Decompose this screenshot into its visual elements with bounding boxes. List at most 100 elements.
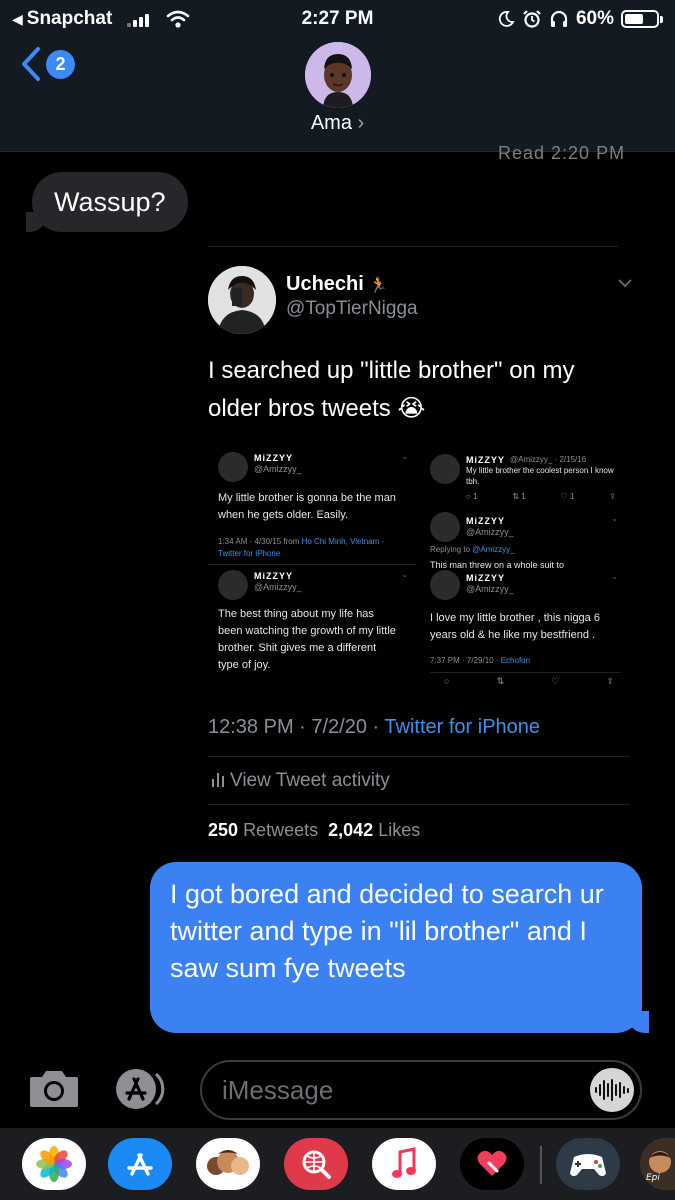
embedded-tweet-name: MiZZYY: [254, 571, 293, 581]
app-store-drawer-button[interactable]: [112, 1066, 172, 1112]
tweet-timestamp: 12:38 PM · 7/2/20 · Twitter for iPhone: [208, 716, 541, 738]
tweet-author-handle: @TopTierNigga: [286, 298, 418, 319]
imessage-input[interactable]: [222, 1070, 562, 1110]
divider: [208, 246, 618, 247]
tweet-stats: 250 Retweets 2,042 Likes: [208, 820, 420, 841]
retweet-icon: ⇅: [496, 676, 505, 686]
chevron-down-icon: ⌄: [611, 514, 618, 523]
app-store-icon: [116, 1069, 165, 1109]
moon-icon: [498, 11, 515, 27]
tweet-author-name: Uchechi 🏃: [286, 273, 389, 295]
embedded-tweet-meta: 7:37 PM · 7/29/10 · Echofon: [430, 656, 531, 665]
avatar: [218, 570, 248, 600]
avatar: [430, 512, 460, 542]
svg-text:Epi: Epi: [646, 1173, 660, 1182]
divider: [208, 756, 630, 757]
divider: [540, 1146, 542, 1184]
avatar: [430, 454, 460, 484]
embedded-tweet-name: MiZZYY: [254, 453, 293, 463]
digital-touch-button[interactable]: [460, 1138, 524, 1190]
embedded-tweet-text: My little brother is gonna be the man wh…: [218, 492, 396, 521]
app-store-a-icon: [127, 1153, 153, 1176]
camera-button[interactable]: [28, 1067, 80, 1109]
share-icon: ⇪: [606, 676, 614, 686]
battery-percent: 60%: [575, 8, 614, 29]
contact-name: Ama: [310, 112, 352, 134]
bar-chart-icon: [212, 773, 224, 787]
incoming-message-bubble[interactable]: Wassup?: [26, 172, 188, 232]
chevron-down-icon: ⌄: [611, 572, 618, 581]
embedded-tweet-handle: @Amizzyy_: [466, 584, 514, 594]
heart-touch-icon: [477, 1150, 507, 1176]
camera-icon: [30, 1071, 78, 1107]
imessage-input-container: [200, 1060, 642, 1120]
embedded-tweet: MiZZYY @Amizzyy_ · 2/15/16 My little bro…: [424, 450, 624, 508]
share-icon: ⇪: [609, 492, 616, 501]
chevron-down-icon: [618, 279, 632, 288]
epic-stickers-button[interactable]: Epi: [640, 1138, 675, 1190]
avatar: [218, 452, 248, 482]
battery-icon: [621, 10, 663, 28]
game-controller-icon: [570, 1154, 606, 1177]
runner-emoji-icon: 🏃: [369, 277, 389, 294]
embedded-tweet-handle: @Amizzyy_ · 2/15/16: [510, 455, 587, 464]
divider: [208, 804, 630, 805]
embedded-tweet-actions: ○ 1 ⇅ 1 ♡ 1 ⇪: [466, 492, 616, 501]
contact-memoji-avatar: [304, 42, 371, 108]
embedded-tweet-actions: ○ ⇅ ♡ ⇪: [444, 676, 614, 687]
app-store-button[interactable]: [108, 1138, 172, 1190]
music-note-icon: [392, 1147, 416, 1178]
like-icon: ♡: [551, 676, 560, 686]
game-pigeon-button[interactable]: [556, 1138, 620, 1190]
incoming-message-text: Wassup?: [54, 186, 166, 217]
embedded-tweet: MiZZYY @Amizzyy_ ⌄ My little brother is …: [208, 446, 416, 566]
view-tweet-activity: View Tweet activity: [212, 770, 390, 792]
alarm-icon: [523, 10, 541, 28]
embedded-tweet-reply-to: Replying to @Amizzyy_: [430, 545, 515, 554]
retweets-count: 250: [208, 820, 239, 840]
chevron-right-icon: ›: [357, 112, 365, 134]
tweet-author-avatar: [208, 266, 276, 334]
embedded-tweet-name: MiZZYY: [466, 573, 505, 583]
retweets-label: Retweets: [243, 820, 319, 840]
photos-icon: [36, 1146, 72, 1182]
tweet-source: Twitter for iPhone: [384, 716, 541, 738]
embedded-tweet: MiZZYY @Amizzyy_ ⌄ Replying to @Amizzyy_…: [424, 508, 624, 568]
globe-search-icon: [302, 1150, 331, 1179]
retweet-icon: ⇅ 1: [512, 492, 526, 501]
embedded-tweet-handle: @Amizzyy_: [254, 464, 302, 474]
tweet-screenshot-image[interactable]: Uchechi 🏃 @TopTierNigga I searched up "l…: [198, 246, 632, 846]
likes-count: 2,042: [328, 820, 374, 840]
embedded-tweet-text: The best thing about my life has been wa…: [218, 608, 396, 671]
epic-sticker-icon: Epi: [646, 1151, 671, 1182]
likes-label: Likes: [378, 820, 421, 840]
chevron-down-icon: ⌄: [401, 452, 408, 461]
divider: [430, 672, 620, 673]
web-search-button[interactable]: [284, 1138, 348, 1190]
embedded-tweet-text: My little brother the coolest person I k…: [466, 466, 614, 486]
contact-header[interactable]: Ama ›: [0, 42, 675, 135]
headphones-icon: [550, 10, 568, 27]
embedded-tweet: MiZZYY @Amizzyy_ ⌄ The best thing about …: [208, 564, 416, 684]
photos-app-button[interactable]: [22, 1138, 86, 1190]
like-icon: ♡ 1: [560, 492, 575, 501]
outgoing-message-bubble[interactable]: I got bored and decided to search ur twi…: [150, 862, 649, 1033]
embedded-tweet-text: This man threw on a whole suit to: [430, 560, 565, 568]
voice-message-button[interactable]: [590, 1068, 634, 1112]
chevron-down-icon: ⌄: [401, 570, 408, 579]
status-bar: ◀ Snapchat 2:27 PM 60%: [0, 6, 675, 32]
reply-icon: ○: [444, 676, 450, 686]
outgoing-message-text: I got bored and decided to search ur twi…: [170, 879, 604, 983]
read-receipt: Read 2:20 PM: [498, 143, 626, 163]
embedded-tweet-text: I love my little brother , this nigga 6 …: [430, 612, 600, 641]
memoji-stickers-button[interactable]: [196, 1138, 260, 1190]
music-button[interactable]: [372, 1138, 436, 1190]
conversation-header: ◀ Snapchat 2:27 PM 60% 2 Ama ›: [0, 0, 675, 152]
embedded-tweet-name: MiZZYY: [466, 516, 505, 526]
divider: [208, 564, 416, 565]
embedded-tweet-handle: @Amizzyy_: [254, 582, 302, 592]
embedded-tweet-handle: @Amizzyy_: [466, 527, 514, 537]
embedded-tweet: MiZZYY @Amizzyy_ ⌄ I love my little brot…: [424, 568, 624, 688]
embedded-tweet-meta: 1:34 AM · 4/30/15 from Ho Chi Minh, Viet…: [218, 537, 385, 558]
memoji-icon: [207, 1150, 249, 1175]
